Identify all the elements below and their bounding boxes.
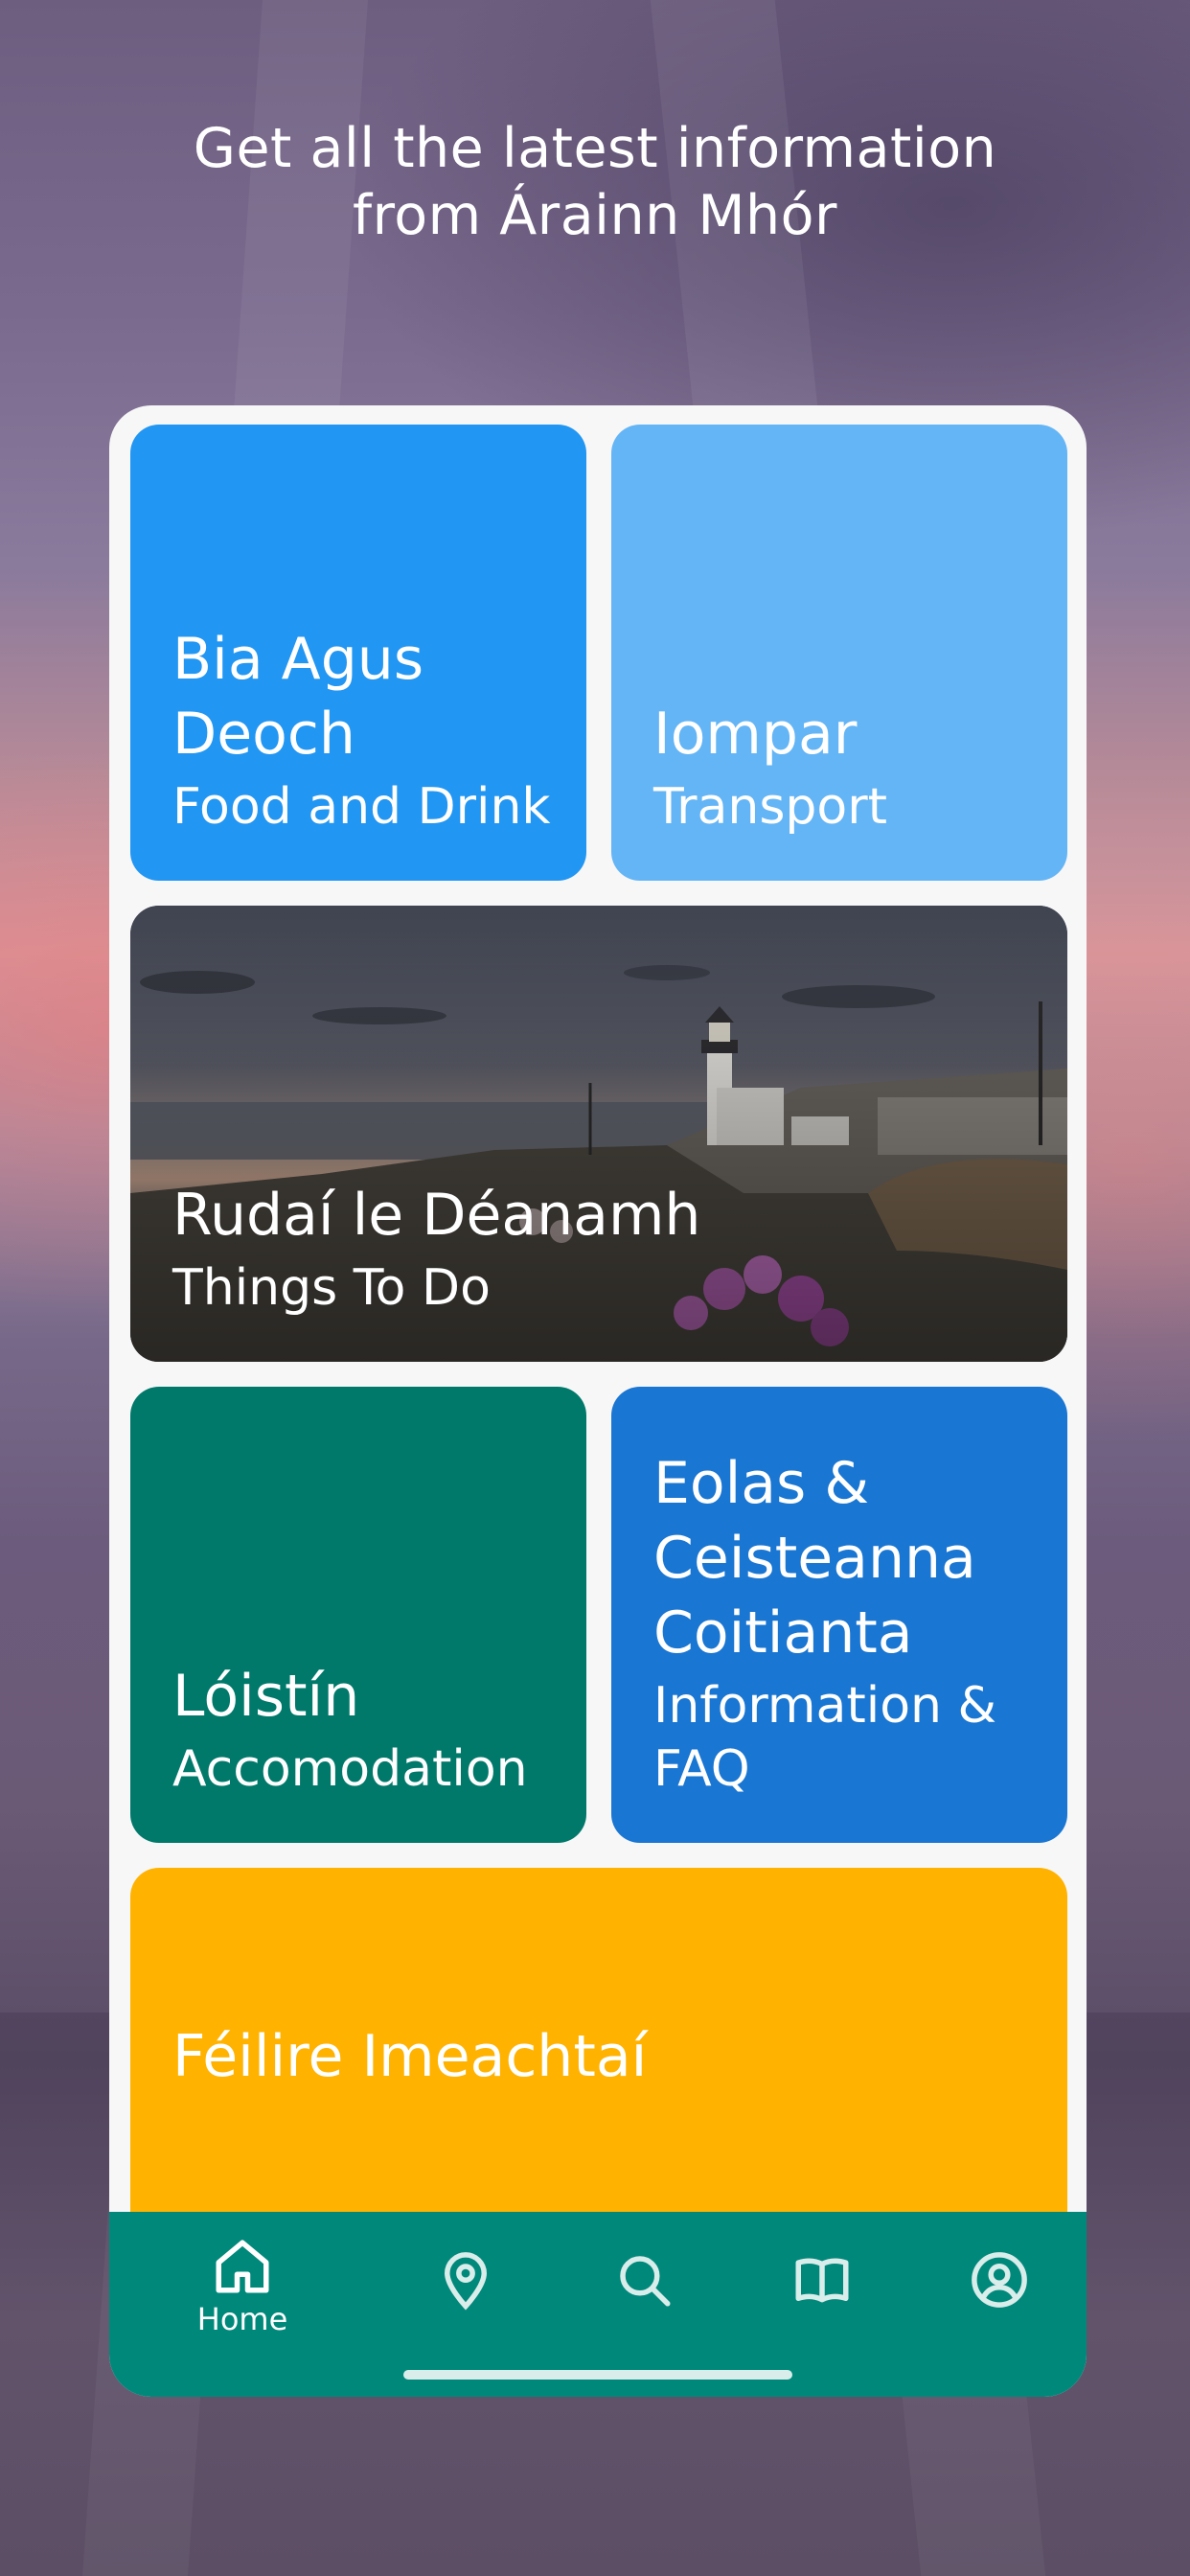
tile-content: Bia Agus Deoch Food and Drink <box>172 622 558 839</box>
tile-title: Féilire Imeachtaí <box>172 2023 648 2090</box>
headline-line-2: from Árainn Mhór <box>353 184 837 247</box>
tile-title: Rudaí le Déanamh <box>172 1182 701 1249</box>
tile-accommodation[interactable]: Lóistín Accomodation <box>130 1387 586 1843</box>
page-headline: Get all the latest information from Árai… <box>0 115 1190 249</box>
nav-map[interactable] <box>399 2248 533 2312</box>
tile-title: Eolas & Ceisteanna Coitianta <box>653 1450 976 1667</box>
tile-subtitle: Things To Do <box>172 1259 491 1317</box>
tile-things-to-do[interactable]: Rudaí le Déanamh Things To Do <box>130 906 1067 1362</box>
bottom-nav: Home <box>109 2212 1087 2397</box>
tile-title: Lóistín <box>172 1663 360 1730</box>
nav-profile[interactable] <box>932 2248 1066 2312</box>
tile-subtitle: Accomodation <box>172 1740 528 1798</box>
tile-subtitle: Information & FAQ <box>653 1677 997 1798</box>
nav-search[interactable] <box>577 2248 711 2312</box>
nav-label: Home <box>196 2301 288 2337</box>
tile-content: Lóistín Accomodation <box>172 1659 558 1801</box>
tile-content: Eolas & Ceisteanna Coitianta Information… <box>653 1446 1039 1801</box>
map-pin-icon <box>444 2252 488 2311</box>
tile-food-and-drink[interactable]: Bia Agus Deoch Food and Drink <box>130 425 586 881</box>
profile-icon <box>972 2252 1027 2308</box>
tile-information-faq[interactable]: Eolas & Ceisteanna Coitianta Information… <box>611 1387 1067 1843</box>
category-panel: Bia Agus Deoch Food and Drink Iompar Tra… <box>109 405 1087 2397</box>
book-icon <box>795 2258 849 2303</box>
nav-home[interactable]: Home <box>175 2235 309 2338</box>
tile-content: Rudaí le Déanamh Things To Do <box>172 1178 1039 1320</box>
headline-line-1: Get all the latest information <box>193 117 997 180</box>
tile-content: Féilire Imeachtaí <box>172 2019 1039 2094</box>
tile-subtitle: Transport <box>653 778 888 836</box>
home-indicator <box>403 2370 792 2380</box>
tile-title: Iompar <box>653 701 858 768</box>
nav-guide[interactable] <box>755 2248 889 2312</box>
tile-transport[interactable]: Iompar Transport <box>611 425 1067 881</box>
home-icon <box>216 2240 269 2293</box>
tile-content: Iompar Transport <box>653 697 1039 839</box>
tile-subtitle: Food and Drink <box>172 778 551 836</box>
tile-title: Bia Agus Deoch <box>172 626 424 768</box>
search-icon <box>620 2256 671 2307</box>
